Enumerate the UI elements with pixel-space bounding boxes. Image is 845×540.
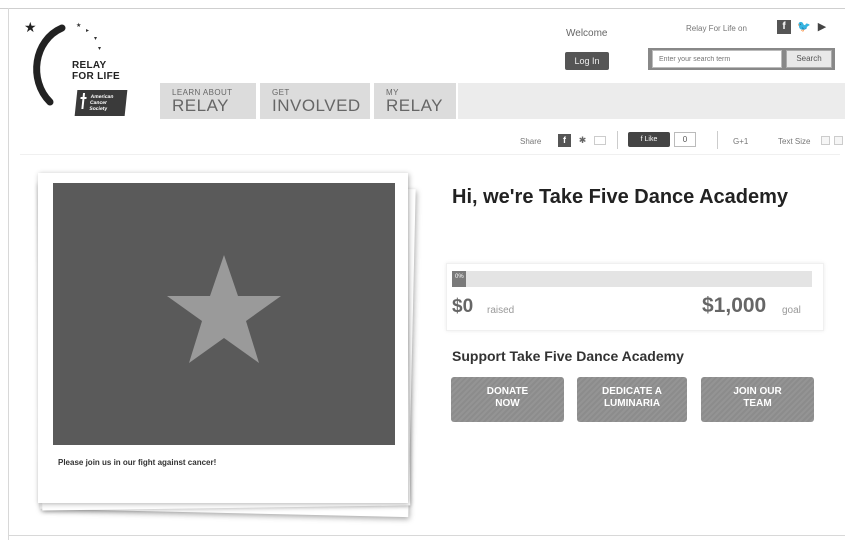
support-heading: Support Take Five Dance Academy	[452, 348, 684, 364]
team-photo	[53, 183, 395, 445]
nav-tab-big-label: RELAY	[172, 96, 229, 115]
facebook-icon[interactable]: f	[777, 20, 791, 34]
separator	[617, 131, 618, 149]
raised-amount: $0	[452, 296, 474, 317]
top-border	[0, 8, 845, 9]
bottom-border	[8, 535, 845, 536]
goal-label: goal	[782, 305, 801, 316]
join-label: JOIN OUR TEAM	[733, 386, 782, 409]
nav-tab-my-relay[interactable]: MY RELAY	[374, 83, 456, 119]
relay-for-life-logo[interactable]: ★ ★ ▸ ▾ ▾ RELAY FOR LIFE American Cancer…	[22, 18, 137, 126]
twitter-icon[interactable]: 🐦	[797, 20, 811, 34]
text-size-label: Text Size	[778, 137, 811, 146]
share-label: Share	[520, 137, 542, 146]
login-button[interactable]: Log In	[565, 52, 609, 70]
welcome-text: Welcome	[566, 28, 608, 39]
nav-tab-big-label: RELAY	[386, 96, 443, 115]
progress-track	[452, 271, 812, 287]
delicious-icon[interactable]: ✱	[576, 134, 589, 147]
youtube-icon[interactable]: ▶	[815, 20, 829, 34]
text-size-increase-button[interactable]	[834, 136, 843, 145]
join-team-button[interactable]: JOIN OUR TEAM	[701, 377, 814, 422]
star-icon	[167, 255, 281, 363]
dedicate-luminaria-button[interactable]: DEDICATE A LUMINARIA	[577, 377, 687, 422]
email-icon[interactable]	[594, 136, 606, 145]
like-label: Like	[644, 136, 658, 143]
google-plus-one-button[interactable]: G+1	[733, 137, 748, 146]
divider	[20, 154, 840, 155]
acs-badge: American Cancer Society	[74, 90, 128, 116]
logo-line-1: RELAY	[72, 60, 107, 71]
cross-icon	[79, 93, 87, 109]
progress-percent: 0%	[455, 274, 464, 280]
acs-text: American Cancer Society	[89, 94, 114, 112]
logo-text: RELAY FOR LIFE	[72, 60, 120, 82]
donate-label: DONATE NOW	[486, 386, 529, 409]
svg-text:★: ★	[24, 20, 37, 36]
facebook-share-icon[interactable]: f	[558, 134, 571, 147]
separator	[717, 131, 718, 149]
svg-text:▸: ▸	[86, 27, 89, 34]
text-size-decrease-button[interactable]	[821, 136, 830, 145]
search-input[interactable]	[652, 50, 782, 68]
nav-tab-learn-about-relay[interactable]: LEARN ABOUT RELAY	[160, 83, 256, 119]
svg-text:★: ★	[76, 22, 81, 29]
goal-amount: $1,000	[702, 294, 767, 317]
relay-social-label: Relay For Life on	[686, 24, 747, 33]
nav-tab-get-involved[interactable]: GET INVOLVED	[260, 83, 370, 119]
photo-caption: Please join us in our fight against canc…	[58, 458, 217, 467]
search-button[interactable]: Search	[786, 50, 832, 68]
page-title: Hi, we're Take Five Dance Academy	[452, 186, 789, 208]
facebook-like-button[interactable]: f Like	[628, 132, 670, 147]
left-border	[8, 8, 9, 540]
donate-now-button[interactable]: DONATE NOW	[451, 377, 564, 422]
logo-line-2: FOR LIFE	[72, 71, 120, 82]
luminaria-label: DEDICATE A LUMINARIA	[602, 386, 662, 409]
like-count: 0	[674, 132, 696, 147]
svg-text:▾: ▾	[98, 45, 101, 52]
svg-text:▾: ▾	[94, 35, 97, 42]
raised-label: raised	[487, 305, 515, 316]
nav-bar	[458, 83, 845, 119]
nav-tab-big-label: INVOLVED	[272, 96, 361, 115]
